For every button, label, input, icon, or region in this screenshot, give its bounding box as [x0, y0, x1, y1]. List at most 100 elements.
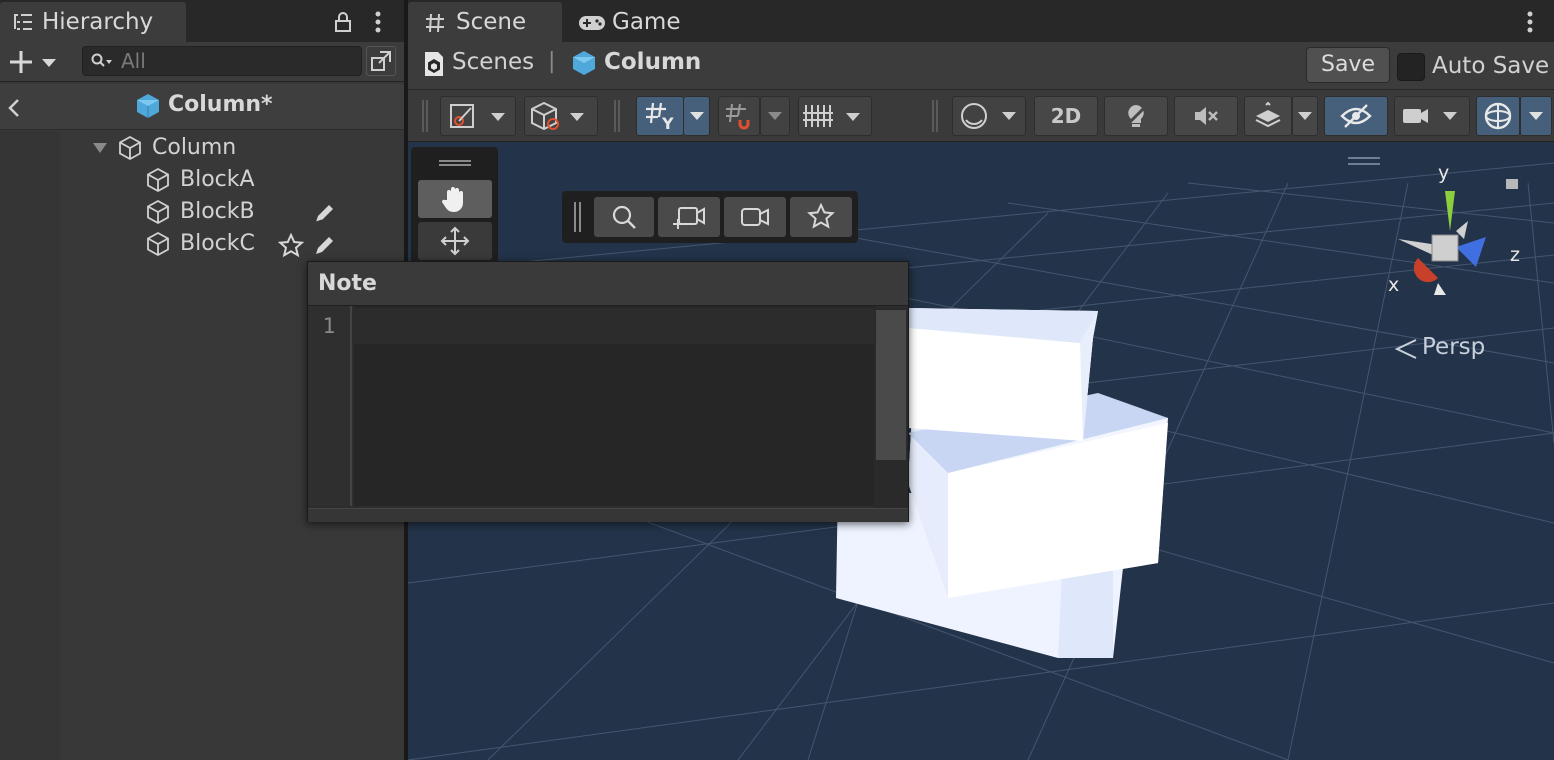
star-favorite-icon[interactable]: [277, 232, 305, 260]
hierarchy-tab[interactable]: Hierarchy: [0, 2, 186, 42]
increment-snap-toggle[interactable]: [718, 96, 760, 136]
lightbulb-icon: [1124, 104, 1148, 128]
audio-toggle[interactable]: [1174, 96, 1238, 136]
camera-add-icon: [673, 207, 705, 229]
hierarchy-gutter: [0, 131, 60, 760]
create-add-button[interactable]: [6, 48, 62, 76]
overlay-grip[interactable]: [439, 160, 471, 166]
eye-hidden-icon: [1340, 104, 1372, 128]
note-panel-footer: [308, 508, 908, 522]
sphere-shading-icon: [961, 103, 1016, 129]
back-chevron-icon[interactable]: [4, 96, 24, 120]
gameobject-cube-icon: [144, 230, 172, 258]
overlay-grip[interactable]: [574, 202, 581, 232]
toolbar-grip[interactable]: [422, 100, 428, 132]
search-placeholder: All: [121, 49, 146, 73]
save-button[interactable]: Save: [1306, 47, 1390, 83]
auto-save-checkbox[interactable]: [1397, 53, 1425, 81]
hierarchy-item-blockc[interactable]: BlockC: [144, 228, 284, 260]
hierarchy-list-icon: [12, 12, 34, 32]
note-scrollbar-thumb[interactable]: [876, 310, 906, 460]
prefab-scene-title: Column*: [168, 92, 273, 117]
gizmo-z-label: z: [1510, 244, 1520, 266]
move-arrows-icon: [440, 226, 470, 256]
effects-dropdown[interactable]: [1292, 96, 1318, 136]
pencil-edit-icon[interactable]: [310, 232, 338, 260]
more-menu-icon[interactable]: [1520, 8, 1540, 36]
frame-selected-button[interactable]: [594, 197, 654, 237]
add-camera-button[interactable]: [658, 197, 720, 237]
scene-visibility-toggle[interactable]: [1324, 96, 1388, 136]
open-scene-icon[interactable]: [366, 46, 396, 76]
hand-tool-button[interactable]: [418, 180, 492, 218]
scene-camera-dropdown[interactable]: [1394, 96, 1470, 136]
shading-mode-dropdown[interactable]: [952, 96, 1026, 136]
prefab-cube-icon: [570, 48, 598, 78]
hierarchy-tab-label: Hierarchy: [42, 9, 154, 35]
hierarchy-search-input[interactable]: All: [82, 46, 362, 76]
line-number-gutter: 1: [308, 306, 352, 506]
chevron-down-icon: [1298, 112, 1312, 120]
tab-game-label: Game: [612, 9, 681, 35]
draw-mode-icon: [450, 104, 505, 128]
hand-icon: [441, 187, 463, 212]
breadcrumb-separator: |: [548, 49, 556, 74]
gizmos-toggle[interactable]: [1476, 96, 1520, 136]
grid-snap-toggle[interactable]: Y: [636, 96, 684, 136]
hierarchy-item-blockb[interactable]: BlockB: [144, 196, 284, 228]
chevron-down-icon: [1529, 112, 1543, 120]
breadcrumb-scenes[interactable]: Scenes: [452, 49, 534, 75]
camera-view-button[interactable]: [724, 197, 786, 237]
orientation-gizmo: [1398, 191, 1486, 295]
bookmark-star-button[interactable]: [790, 197, 852, 237]
grid-ruler-icon: [803, 105, 860, 127]
hierarchy-item-label: BlockB: [180, 199, 255, 224]
hierarchy-item-column[interactable]: Column: [90, 132, 270, 164]
increment-snap-dropdown[interactable]: [760, 96, 790, 136]
move-tool-button[interactable]: [418, 222, 492, 260]
note-panel-title: Note: [308, 262, 908, 306]
note-panel: Note 1: [307, 261, 909, 522]
more-menu-icon[interactable]: [368, 8, 388, 36]
hierarchy-item-label: BlockA: [180, 167, 255, 192]
search-icon: [91, 52, 113, 70]
snap-magnet-icon: [726, 103, 750, 130]
render-mode-dropdown[interactable]: [524, 96, 598, 136]
svg-text:Y: Y: [661, 114, 674, 131]
gizmos-dropdown[interactable]: [1520, 96, 1552, 136]
toolbar-grip[interactable]: [614, 100, 620, 132]
tab-scene[interactable]: Scene: [408, 2, 562, 42]
chevron-down-icon: [768, 112, 782, 120]
camera-icon: [741, 208, 769, 226]
toolbar-grip[interactable]: [932, 100, 938, 132]
lighting-toggle[interactable]: [1104, 96, 1168, 136]
gameobject-cube-icon: [144, 166, 172, 194]
star-icon: [807, 203, 835, 229]
hierarchy-item-label: Column: [152, 135, 237, 160]
hierarchy-item-blocka[interactable]: BlockA: [144, 164, 284, 196]
grid-visibility-dropdown[interactable]: [798, 96, 872, 136]
chevron-down-icon: [689, 112, 704, 120]
tab-scene-label: Scene: [456, 9, 527, 35]
toggle-2d-button[interactable]: 2D: [1034, 96, 1098, 136]
gameobject-cube-icon: [144, 198, 172, 226]
tab-game[interactable]: Game: [562, 2, 702, 42]
gizmo-sphere-icon: [1484, 102, 1512, 130]
projection-label: Persp: [1422, 334, 1486, 360]
effects-toggle[interactable]: [1244, 96, 1292, 136]
camera-icon: [1403, 109, 1457, 123]
gizmo-lock-icon: [1506, 179, 1518, 189]
gameobject-cube-icon: [116, 134, 144, 162]
breadcrumb-current[interactable]: Column: [604, 49, 701, 75]
current-line-highlight: [354, 308, 876, 344]
gamepad-icon: [578, 13, 606, 33]
draw-mode-dropdown[interactable]: [440, 96, 516, 136]
magnifier-icon: [612, 205, 636, 229]
pencil-edit-icon[interactable]: [310, 200, 338, 228]
gizmo-x-label: x: [1388, 274, 1400, 296]
auto-save-label: Auto Save: [1432, 53, 1550, 79]
expand-triangle-icon[interactable]: [90, 140, 110, 156]
lock-icon[interactable]: [332, 10, 354, 34]
grid-snap-dropdown[interactable]: [684, 96, 710, 136]
line-number: 1: [322, 314, 336, 338]
